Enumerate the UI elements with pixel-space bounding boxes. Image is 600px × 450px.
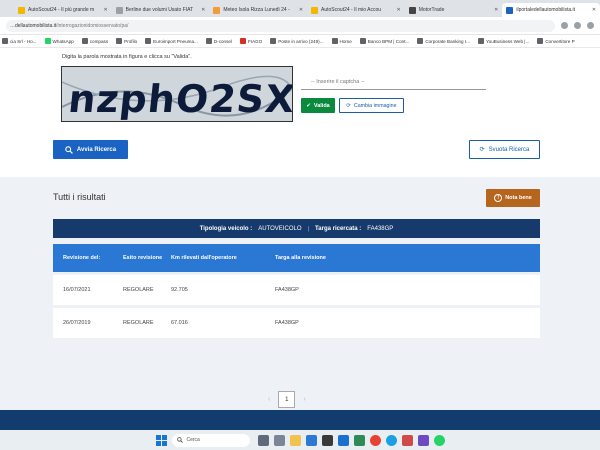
bookmark-item[interactable]: FIAGO — [240, 38, 262, 44]
captcha-image: nzphO2SX — [61, 66, 293, 122]
bookmark-icon — [205, 38, 212, 44]
captcha-text: nzphO2SX — [66, 77, 293, 121]
browser-tab[interactable]: Berline due volumi Usato FIAT ✕ — [112, 3, 210, 17]
close-icon[interactable]: ✕ — [103, 7, 107, 13]
bookmark-icon — [478, 38, 484, 44]
chevron-left-icon[interactable]: ‹ — [268, 396, 270, 403]
info-icon: ! — [494, 194, 503, 202]
bookmark-icon — [2, 38, 8, 44]
chrome-icon[interactable] — [369, 434, 381, 446]
profile-icon[interactable] — [587, 22, 594, 29]
bookmark-icon — [331, 38, 338, 44]
validate-button[interactable]: ✔ Valida — [301, 98, 335, 113]
vehicle-type-value: AUTOVEICOLO — [258, 225, 302, 232]
favicon-icon — [115, 6, 123, 14]
note-button[interactable]: ! Nota bene — [486, 189, 540, 207]
browser-tab[interactable]: MotorTrade ✕ — [405, 3, 503, 17]
bookmark-icon — [81, 38, 88, 44]
bookmark-item[interactable]: Banco BPM | Cont... — [359, 38, 409, 44]
bookmark-icon — [145, 38, 152, 44]
favicon-icon — [213, 6, 221, 14]
browser-tab[interactable]: AutoScout24 - Il più grande m ✕ — [14, 3, 112, 17]
start-search-button[interactable]: Avvia Ricerca — [53, 140, 128, 159]
bookmark-icon — [417, 38, 424, 44]
bookmark-item[interactable]: Euroimport Pneuma... — [145, 38, 198, 44]
taskbar: Cerca — [0, 430, 600, 450]
app-icon[interactable] — [321, 434, 333, 446]
file-explorer-icon[interactable] — [289, 434, 301, 446]
app-icon[interactable] — [353, 434, 365, 446]
mail-icon[interactable] — [337, 434, 349, 446]
windows-start-icon[interactable] — [155, 434, 167, 446]
toolbar-icons — [561, 22, 594, 29]
browser-tab-active[interactable]: ilportaledellautomobilista.it ✕ — [502, 3, 600, 17]
page-content: Digita la parola mostrata in figura e cl… — [0, 48, 600, 430]
close-icon[interactable]: ✕ — [592, 7, 596, 13]
bookmark-item[interactable]: YouBusiness Web |... — [478, 38, 529, 44]
clear-search-button[interactable]: ⟳ Svuota Ricerca — [469, 140, 540, 159]
favicon-icon — [408, 6, 416, 14]
bookmark-item[interactable]: D-consel — [205, 38, 232, 44]
separator: | — [307, 225, 310, 232]
bookmark-item[interactable]: Poste in arrivo (249)... — [270, 38, 324, 44]
vehicle-info-bar: Tipologia veicolo : AUTOVEICOLO | Targa … — [53, 219, 540, 238]
whatsapp-icon[interactable] — [433, 434, 445, 446]
app-icon[interactable] — [401, 434, 413, 446]
taskbar-search[interactable]: Cerca — [171, 433, 250, 447]
refresh-icon: ⟳ — [479, 147, 485, 153]
plate-value: FA438GP — [367, 225, 394, 232]
chevron-right-icon[interactable]: › — [303, 396, 305, 403]
bookmark-item[interactable]: Corporate Banking I... — [417, 38, 470, 44]
favicon-icon — [506, 6, 514, 14]
results-section: Tutti i risultati ! Nota bene Tipologia … — [0, 177, 600, 410]
search-icon — [65, 145, 73, 154]
whatsapp-icon — [44, 38, 51, 44]
address-bar: …dellautomobilista.it/interrogazionidomi… — [0, 17, 600, 35]
bookmark-icon — [240, 38, 246, 44]
table-row: 26/07/2019 REGOLARE 67.016 FA438GP — [53, 308, 540, 338]
bookmark-icon — [537, 38, 544, 44]
bookmarks-bar: cia Srl - Ho... WhatsApp compass Profilo… — [0, 35, 600, 48]
favicon-icon — [18, 6, 25, 14]
star-icon[interactable] — [561, 22, 568, 29]
bookmark-item[interactable]: WhatsApp — [44, 38, 74, 44]
check-icon: ✔ — [306, 102, 311, 109]
favicon-icon — [311, 6, 319, 14]
bookmark-icon — [116, 38, 123, 44]
table-header: Revisione del: Esito revisione Km rileva… — [53, 244, 540, 272]
app-icon[interactable] — [417, 434, 429, 446]
bookmark-item[interactable]: Home — [331, 38, 352, 44]
captcha-input[interactable]: -- Inserire il captcha -- — [301, 76, 486, 90]
close-icon[interactable]: ✕ — [201, 7, 205, 13]
widgets-icon[interactable] — [273, 434, 285, 446]
browser-tab-strip: AutoScout24 - Il più grande m ✕ Berline d… — [0, 0, 600, 17]
bookmark-icon — [359, 38, 366, 44]
close-icon[interactable]: ✕ — [494, 7, 498, 13]
bookmark-item[interactable]: Convertitore P — [537, 38, 575, 44]
table-row: 16/07/2021 REGOLARE 92.705 FA438GP — [53, 275, 540, 305]
bookmark-icon — [270, 38, 277, 44]
close-icon[interactable]: ✕ — [299, 7, 303, 13]
search-icon — [176, 437, 183, 443]
url-field[interactable]: …dellautomobilista.it/interrogazionidomi… — [6, 19, 555, 32]
bookmark-item[interactable]: Profilo — [116, 38, 137, 44]
refresh-icon: ⟳ — [346, 102, 351, 109]
pagination: ‹ 1 › — [268, 391, 306, 408]
browser-tab[interactable]: AutoScout24 - Il mio Accou ✕ — [307, 3, 405, 17]
captcha-hint: Digita la parola mostrata in figura e cl… — [62, 54, 192, 60]
change-image-button[interactable]: ⟳ Cambia immagine — [339, 98, 404, 113]
browser-tab[interactable]: Meteo Isola Rizza Lunedì 24 - ✕ — [209, 3, 307, 17]
task-view-icon[interactable] — [257, 434, 269, 446]
page-number[interactable]: 1 — [278, 391, 296, 408]
results-title: Tutti i risultati — [53, 192, 106, 202]
bookmark-item[interactable]: cia Srl - Ho... — [2, 38, 37, 44]
page-footer — [0, 410, 600, 430]
close-icon[interactable]: ✕ — [396, 7, 400, 13]
results-table: Revisione del: Esito revisione Km rileva… — [53, 244, 540, 338]
edge-icon[interactable] — [385, 434, 397, 446]
app-icon[interactable] — [305, 434, 317, 446]
extension-icon[interactable] — [574, 22, 581, 29]
bookmark-item[interactable]: compass — [81, 38, 108, 44]
